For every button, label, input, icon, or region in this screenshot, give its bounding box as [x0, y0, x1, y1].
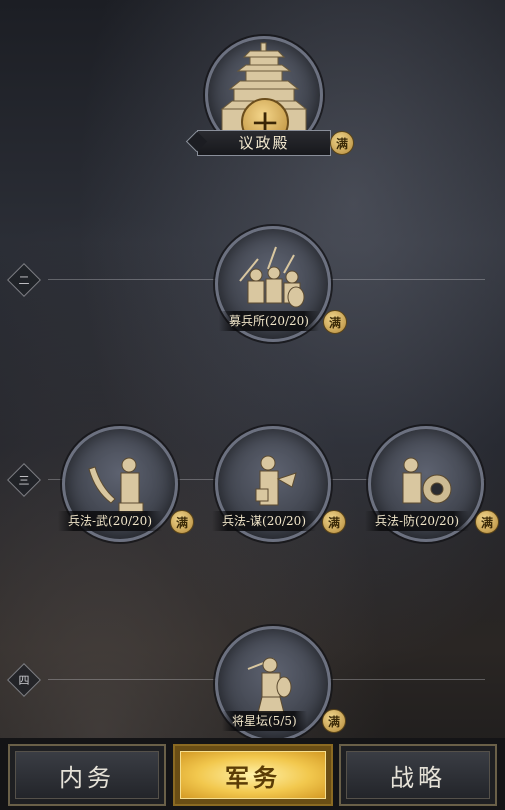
bottom-tab-bar: 内务 军务 战略: [0, 738, 505, 810]
general-altar-full-badge: 满: [322, 709, 346, 733]
hall-full-badge: 满: [330, 131, 354, 155]
martial-full-badge: 满: [170, 510, 194, 534]
tab-internal-affairs[interactable]: 内务: [8, 744, 166, 806]
recruit-full-badge: 满: [323, 310, 347, 334]
strategy-full-badge: 满: [322, 510, 346, 534]
defense-full-badge: 满: [475, 510, 499, 534]
tier-4-marker: 四: [7, 663, 41, 697]
strategy-label: 兵法-谋(20/20): [212, 511, 317, 531]
general-altar-label: 将星坛(5/5): [222, 711, 307, 731]
recruit-label: 募兵所(20/20): [219, 311, 319, 331]
tab-strategy-label: 战略: [390, 763, 446, 792]
tab-internal-affairs-label: 内务: [59, 763, 115, 792]
tab-strategy[interactable]: 战略: [339, 744, 497, 806]
tab-military-affairs[interactable]: 军务: [173, 744, 333, 806]
tab-military-affairs-label: 军务: [225, 762, 281, 792]
martial-label: 兵法-武(20/20): [58, 511, 163, 531]
defense-label: 兵法-防(20/20): [365, 511, 470, 531]
hall-label: 议政殿: [197, 130, 331, 156]
tier-2-marker: 二: [7, 263, 41, 297]
tier-3-marker: 三: [7, 463, 41, 497]
